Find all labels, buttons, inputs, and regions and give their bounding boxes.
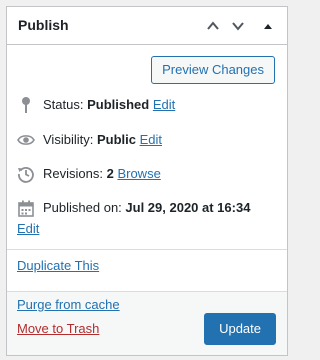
- visibility-value: Public: [96, 132, 136, 147]
- preview-changes-button[interactable]: Preview Changes: [151, 56, 275, 84]
- panel-title: Publish: [18, 17, 69, 33]
- browse-revisions-link[interactable]: Browse: [117, 166, 160, 181]
- triangle-up-icon: [264, 24, 272, 29]
- chevron-up-icon: [207, 21, 219, 30]
- publish-panel: Publish Preview Changes Status: Publishe…: [6, 6, 288, 356]
- revisions-label: Revisions:: [43, 166, 103, 181]
- edit-published-date-link[interactable]: Edit: [17, 220, 39, 238]
- duplicate-this-link[interactable]: Duplicate This: [17, 257, 99, 275]
- published-on-row: Published on: Jul 29, 2020 at 16:34: [17, 199, 279, 217]
- visibility-label: Visibility:: [43, 132, 94, 147]
- pin-icon: [17, 96, 35, 114]
- status-label: Status:: [43, 97, 84, 112]
- eye-icon: [17, 131, 35, 149]
- published-on-value: Jul 29, 2020 at 16:34: [125, 200, 251, 215]
- move-up-button[interactable]: [202, 15, 224, 37]
- divider: [7, 249, 287, 250]
- toggle-panel-button[interactable]: [257, 15, 279, 37]
- update-button[interactable]: Update: [204, 313, 276, 345]
- visibility-row: Visibility: Public Edit: [17, 131, 279, 149]
- move-down-button[interactable]: [227, 15, 249, 37]
- published-on-label: Published on:: [43, 200, 122, 215]
- history-icon: [17, 165, 35, 183]
- revisions-row: Revisions: 2 Browse: [17, 165, 279, 183]
- move-to-trash-link[interactable]: Move to Trash: [17, 320, 99, 338]
- edit-status-link[interactable]: Edit: [153, 97, 175, 112]
- calendar-icon: [17, 199, 35, 217]
- revisions-count: 2: [106, 166, 114, 181]
- edit-visibility-link[interactable]: Edit: [140, 132, 162, 147]
- purge-cache-link[interactable]: Purge from cache: [17, 296, 120, 314]
- status-row: Status: Published Edit: [17, 96, 279, 114]
- chevron-down-icon: [232, 22, 244, 31]
- panel-header: Publish: [7, 7, 287, 45]
- status-value: Published: [87, 97, 150, 112]
